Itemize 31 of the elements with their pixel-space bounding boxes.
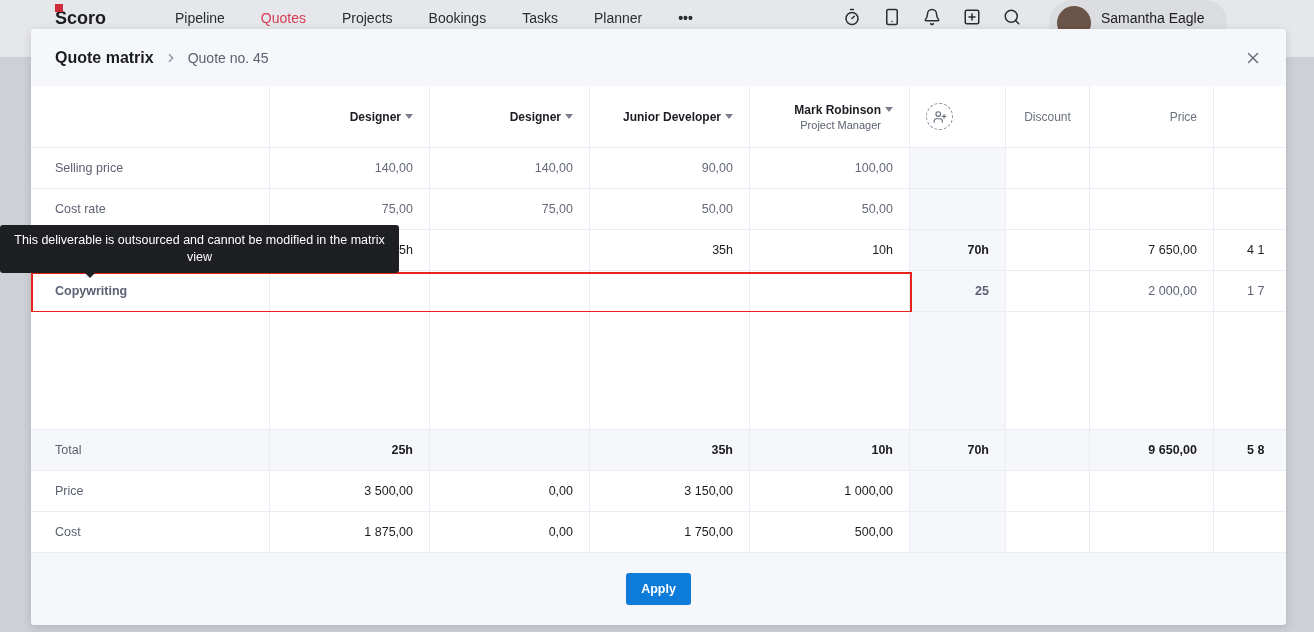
- nav-link[interactable]: Planner: [593, 6, 643, 30]
- caret-icon: [885, 107, 893, 112]
- add-icon[interactable]: [962, 8, 981, 26]
- nav-link[interactable]: Projects: [341, 6, 393, 30]
- tooltip: This deliverable is outsourced and cannot be modified in the matrix view: [0, 225, 399, 273]
- nav-link[interactable]: Tasks: [522, 6, 558, 30]
- table-cell: 70h: [910, 230, 1006, 271]
- breadcrumb-link[interactable]: Quote no. 45: [187, 49, 269, 66]
- table-cell: 70h: [910, 430, 1006, 471]
- apply-button[interactable]: Apply: [626, 573, 691, 605]
- column-title[interactable]: Designer: [349, 109, 413, 124]
- column-subtitle: Project Manager: [800, 118, 881, 131]
- search-icon[interactable]: [1002, 8, 1021, 26]
- logo: Scoro: [55, 6, 175, 30]
- nav-link[interactable]: Quotes: [260, 6, 306, 30]
- column-title[interactable]: Junior Developer: [622, 109, 733, 124]
- nav-link[interactable]: Bookings: [428, 6, 487, 30]
- timer-icon[interactable]: [842, 8, 861, 26]
- column-title[interactable]: Mark Robinson: [794, 102, 893, 117]
- more-menu[interactable]: •••: [678, 6, 693, 30]
- tooltip-arrow-icon: [84, 272, 96, 278]
- caret-icon: [565, 114, 573, 119]
- dialog-title: Quote matrix: [55, 48, 154, 67]
- caret-icon: [405, 114, 413, 119]
- table-cell: 25: [910, 271, 1006, 312]
- bell-icon[interactable]: [922, 8, 941, 26]
- column-title[interactable]: Designer: [509, 109, 573, 124]
- caret-icon: [725, 114, 733, 119]
- nav-link[interactable]: Pipeline: [175, 6, 225, 30]
- user-name: Samantha Eagle: [1100, 10, 1205, 26]
- user-plus-icon: [932, 109, 947, 124]
